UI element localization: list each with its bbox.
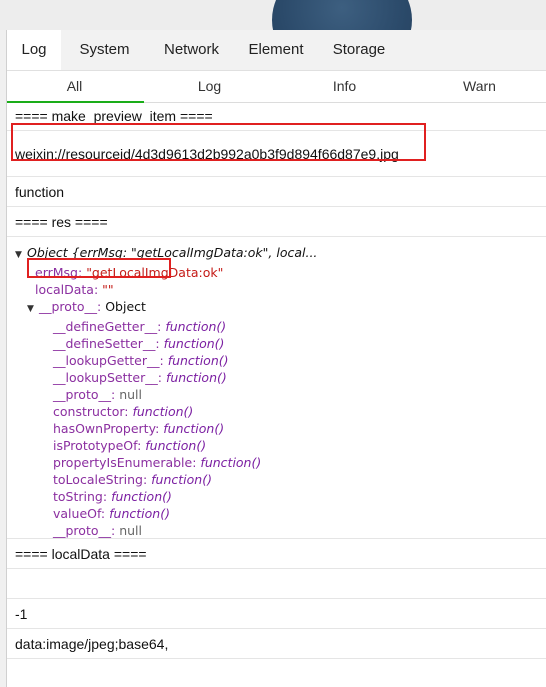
tab-element[interactable]: Element (235, 30, 317, 70)
proto-prop: constructor: function() (15, 403, 539, 420)
proto-value: function() (200, 455, 262, 470)
proto-prop: propertyIsEnumerable: function() (15, 454, 539, 471)
proto-key: hasOwnProperty: (53, 421, 160, 436)
proto-key: toString: (53, 489, 108, 504)
proto-value: function() (111, 489, 172, 504)
proto-key: valueOf: (53, 506, 106, 521)
log-line: ==== res ==== (7, 207, 546, 237)
proto-prop: __lookupSetter__: function() (15, 369, 539, 386)
log-line: function (7, 177, 546, 207)
proto-value: function() (167, 353, 229, 368)
proto-prop: __lookupGetter__: function() (15, 352, 539, 369)
filter-warn[interactable]: Warn (412, 71, 546, 102)
proto-value: function() (132, 404, 194, 419)
proto-prop: valueOf: function() (15, 505, 539, 522)
proto-list: __defineGetter__: function() __defineSett… (15, 318, 539, 539)
log-filter-tabs: All Log Info Warn (7, 71, 546, 103)
expand-triangle-icon[interactable]: ▼ (15, 247, 27, 264)
tab-network[interactable]: Network (148, 30, 235, 70)
log-line (7, 569, 546, 599)
filter-info[interactable]: Info (277, 71, 412, 102)
proto-value: function() (151, 472, 212, 487)
highlight-box-resourceid (11, 123, 426, 161)
proto-key: __lookupSetter__: (53, 370, 162, 385)
filter-all[interactable]: All (7, 71, 142, 102)
expand-triangle-icon[interactable]: ▼ (27, 301, 39, 318)
proto-key: __proto__: (53, 387, 116, 402)
proto-key: propertyIsEnumerable: (53, 455, 197, 470)
proto-key: __defineSetter__: (53, 336, 160, 351)
proto-value: function() (165, 370, 227, 385)
proto-prop: hasOwnProperty: function() (15, 420, 539, 437)
proto-key: __proto__: (53, 523, 116, 538)
proto-prop: __proto__: null (15, 386, 539, 403)
main-tabs: Log System Network Element Storage (7, 30, 546, 71)
proto-prop: __proto__: null (15, 522, 539, 539)
proto-value: null (119, 387, 142, 402)
prop-proto[interactable]: ▼ __proto__: Object (15, 298, 539, 318)
filter-log[interactable]: Log (142, 71, 277, 102)
proto-key: toLocaleString: (53, 472, 148, 487)
log-line: -1 (7, 599, 546, 629)
proto-prop: __defineGetter__: function() (15, 318, 539, 335)
proto-key: __lookupGetter__: (53, 353, 164, 368)
tab-system[interactable]: System (61, 30, 148, 70)
proto-value: null (119, 523, 142, 538)
proto-key: constructor: (53, 404, 129, 419)
proto-value: function() (163, 421, 225, 436)
log-line: ==== localData ==== (7, 539, 546, 569)
log-line: data:image/jpeg;base64, (7, 629, 546, 659)
proto-prop: toLocaleString: function() (15, 471, 539, 488)
proto-prop: __defineSetter__: function() (15, 335, 539, 352)
proto-key: __defineGetter__: (53, 319, 162, 334)
proto-prop: toString: function() (15, 488, 539, 505)
proto-value: function() (145, 438, 207, 453)
vconsole-panel: Log System Network Element Storage All L… (6, 30, 546, 687)
proto-value: function() (163, 336, 225, 351)
proto-value: function() (109, 506, 170, 521)
prop-localdata: localData: "" (35, 282, 114, 297)
proto-value: function() (165, 319, 227, 334)
proto-key: isPrototypeOf: (53, 438, 142, 453)
tab-storage[interactable]: Storage (317, 30, 401, 70)
active-filter-indicator (7, 101, 144, 103)
highlight-box-localdata (27, 258, 171, 278)
tab-log[interactable]: Log (7, 30, 61, 70)
log-object-tree: ▼ Object {errMsg: "getLocalImgData:ok", l… (7, 237, 546, 539)
proto-prop: isPrototypeOf: function() (15, 437, 539, 454)
